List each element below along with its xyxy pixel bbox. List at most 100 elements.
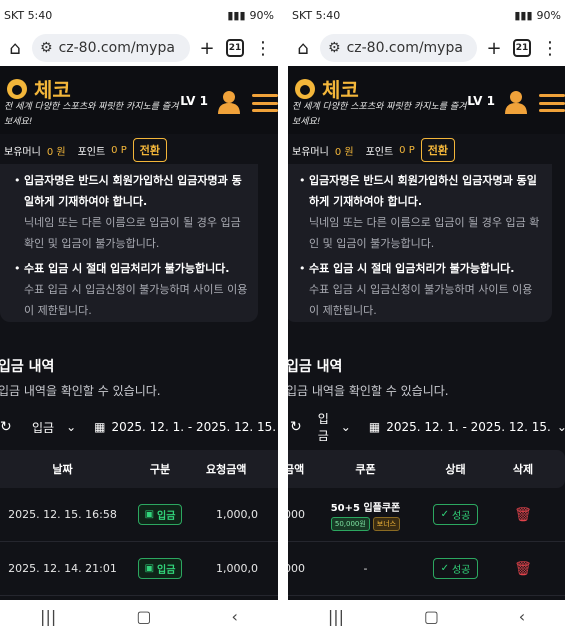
- split-divider: [278, 0, 288, 633]
- row-amount: 000: [288, 562, 305, 575]
- site-tagline: 전 세계 다양한 스포츠와 짜릿한 카지노를 즐겨보세요!: [4, 102, 179, 127]
- history-desc: 입금 내역을 확인할 수 있습니다.: [288, 384, 449, 398]
- switch-button[interactable]: 전환: [420, 138, 455, 162]
- user-icon[interactable]: [218, 90, 240, 114]
- money-label: 보유머니: [4, 146, 41, 158]
- logo-text: 체코: [34, 78, 71, 102]
- more-menu-icon[interactable]: ⋮: [252, 37, 274, 59]
- home-button-icon[interactable]: ▢: [136, 607, 151, 626]
- notice-item: 수표 입금 시 절대 입금처리가 불가능합니다. 수표 입금 시 입금신청이 불…: [299, 258, 542, 321]
- trash-icon[interactable]: 🗑: [493, 488, 553, 541]
- row-date: 2025. 12. 15. 16:58: [8, 508, 117, 521]
- table-row[interactable]: 000 - ✓ 성공 🗑: [288, 542, 565, 596]
- address-bar[interactable]: ⚙ cz-80.com/mypa: [320, 34, 477, 62]
- row-date: 2025. 12. 14. 21:01: [8, 562, 117, 575]
- date-range-picker[interactable]: ▦ 2025. 12. 1. - 2025. 12. 15.: [94, 420, 276, 434]
- notice-item: 입금자명은 반드시 회원가입하신 입금자명과 동일하게 기재하여야 합니다. 닉…: [14, 170, 248, 254]
- row-amount: 1,000,0: [216, 508, 258, 521]
- hamburger-menu-icon[interactable]: [539, 94, 565, 112]
- browser-toolbar: ⌂ ⚙ cz-80.com/mypa + 21 ⋮: [288, 30, 565, 66]
- new-tab-icon[interactable]: +: [196, 37, 218, 59]
- notice-item: 수표 입금 시 절대 입금처리가 불가능합니다. 수표 입금 시 입금신청이 불…: [14, 258, 248, 321]
- history-title: 입금 내역: [0, 359, 55, 375]
- refresh-icon[interactable]: ↻: [290, 419, 302, 435]
- recents-icon[interactable]: |||: [328, 607, 344, 626]
- more-menu-icon[interactable]: ⋮: [539, 37, 561, 59]
- type-select[interactable]: 입금 ⌄: [318, 410, 351, 444]
- balance-bar: 보유머니 0 원 포인트 0 P 전환: [4, 136, 278, 164]
- back-icon[interactable]: ‹: [232, 607, 238, 626]
- coupon-amount-badge: 50,000원: [330, 516, 370, 531]
- home-button-icon[interactable]: ▢: [424, 607, 439, 626]
- history-title: 입금 내역: [288, 359, 343, 375]
- point-label: 포인트: [77, 146, 106, 158]
- type-select[interactable]: 입금 ⌄: [32, 419, 76, 436]
- notice-box: 입금자명은 반드시 회원가입하신 입금자명과 동일하게 기재하여야 합니다. 닉…: [0, 164, 258, 322]
- trash-icon[interactable]: 🗑: [493, 542, 553, 595]
- user-level: LV 1: [467, 94, 495, 108]
- money-value: 0 원: [46, 146, 66, 158]
- android-nav-bar: ||| ▢ ‹: [288, 600, 565, 633]
- table-row[interactable]: 000 50+5 입플쿠폰 50,000원 보너스 ✓ 성공 🗑: [288, 488, 565, 542]
- battery-level: 90%: [249, 8, 274, 22]
- row-amount: 000: [288, 508, 305, 521]
- col-amount: 금액: [288, 463, 305, 476]
- coupon-name: -: [363, 562, 368, 575]
- site-info-icon[interactable]: ⚙: [40, 40, 53, 56]
- home-icon[interactable]: ⌂: [4, 37, 26, 59]
- site-tagline: 전 세계 다양한 스포츠와 짜릿한 카지노를 즐겨보세요!: [292, 102, 467, 127]
- signal-icon: ▮▮▮: [227, 8, 246, 22]
- url-text: cz-80.com/mypa: [346, 40, 463, 56]
- row-amount: 1,000,0: [216, 562, 258, 575]
- hamburger-menu-icon[interactable]: [252, 94, 278, 112]
- carrier: SKT: [292, 8, 313, 22]
- user-level: LV 1: [180, 94, 208, 108]
- home-icon[interactable]: ⌂: [292, 37, 314, 59]
- logo-text: 체코: [322, 78, 359, 102]
- refresh-icon[interactable]: ↻: [0, 419, 16, 435]
- new-tab-icon[interactable]: +: [483, 37, 505, 59]
- table-row[interactable]: 2025. 12. 14. 21:01 ▣ 입금 1,000,0: [0, 542, 278, 596]
- table-header: 날짜 구분 요청금액: [0, 450, 278, 488]
- point-value: 0 P: [399, 144, 415, 156]
- tab-switcher-button[interactable]: 21: [224, 37, 246, 59]
- site-info-icon[interactable]: ⚙: [328, 40, 341, 56]
- date-range-picker[interactable]: ▦ 2025. 12. 1. - 2025. 12. 15. ⌄: [369, 420, 565, 434]
- signal-icon: ▮▮▮: [514, 8, 533, 22]
- type-badge: ▣ 입금: [137, 504, 183, 525]
- col-type: 구분: [149, 463, 171, 476]
- back-icon[interactable]: ‹: [519, 607, 525, 626]
- table-row[interactable]: 2025. 12. 15. 16:58 ▣ 입금 1,000,0: [0, 488, 278, 542]
- recents-icon[interactable]: |||: [40, 607, 56, 626]
- col-delete: 삭제: [512, 463, 534, 476]
- coupon-cell: 50+5 입플쿠폰 50,000원 보너스: [318, 488, 413, 541]
- chevron-down-icon: ⌄: [66, 420, 77, 434]
- bonus-badge: 보너스: [372, 516, 401, 531]
- user-icon[interactable]: [505, 90, 527, 114]
- lion-logo-icon: [7, 78, 27, 99]
- calendar-icon: ▦: [368, 420, 381, 434]
- status-bar: SKT 5:40 ▮▮▮ 90%: [0, 0, 278, 30]
- address-bar[interactable]: ⚙ cz-80.com/mypa: [32, 34, 190, 62]
- status-badge: ✓ 성공: [432, 558, 479, 579]
- point-value: 0 P: [111, 144, 127, 156]
- notice-box: 입금자명은 반드시 회원가입하신 입금자명과 동일하게 기재하여야 합니다. 닉…: [288, 164, 552, 322]
- coupon-name: 50+5 입플쿠폰: [330, 502, 401, 514]
- lion-logo-icon: [295, 78, 315, 99]
- type-badge: ▣ 입금: [137, 558, 183, 579]
- chevron-down-icon: ⌄: [556, 420, 565, 434]
- table-header: 금액 쿠폰 상태 삭제: [288, 450, 565, 488]
- site-logo[interactable]: 체코: [4, 74, 71, 103]
- point-label: 포인트: [365, 146, 394, 158]
- tab-switcher-button[interactable]: 21: [511, 37, 533, 59]
- chevron-down-icon: ⌄: [340, 420, 351, 434]
- site-header: 체코 전 세계 다양한 스포츠와 짜릿한 카지노를 즐겨보세요! LV 1: [288, 66, 565, 134]
- switch-button[interactable]: 전환: [132, 138, 167, 162]
- calendar-icon: ▦: [94, 420, 106, 434]
- col-coupon: 쿠폰: [355, 463, 376, 476]
- col-amount: 요청금액: [206, 463, 247, 476]
- status-bar: SKT 5:40 ▮▮▮ 90%: [288, 0, 565, 30]
- site-logo[interactable]: 체코: [292, 74, 359, 103]
- left-pane: SKT 5:40 ▮▮▮ 90% ⌂ ⚙ cz-80.com/mypa + 21…: [0, 0, 278, 633]
- col-date: 날짜: [52, 463, 73, 476]
